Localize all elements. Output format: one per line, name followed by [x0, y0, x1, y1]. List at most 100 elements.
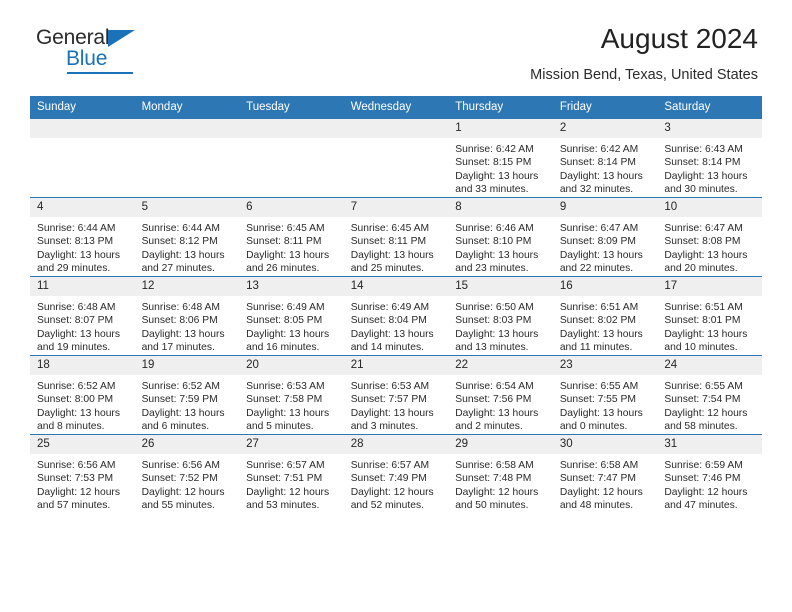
- day-number: 8: [448, 198, 553, 217]
- calendar-day-cell[interactable]: 26 Sunrise: 6:56 AM Sunset: 7:52 PM Dayligh…: [134, 434, 240, 513]
- calendar-day-cell[interactable]: 22 Sunrise: 6:54 AM Sunset: 7:56 PM Dayligh…: [448, 355, 553, 435]
- sunrise-line: Sunrise: 6:44 AM: [37, 223, 116, 234]
- daylight-line-2: and 13 minutes.: [455, 342, 529, 354]
- calendar-day-cell[interactable]: 9 Sunrise: 6:47 AM Sunset: 8:09 PM Daylight…: [552, 197, 658, 277]
- sunset-line: Sunset: 8:02 PM: [559, 315, 636, 327]
- calendar-day-cell[interactable]: 30 Sunrise: 6:58 AM Sunset: 7:47 PM Dayligh…: [552, 434, 658, 513]
- calendar-day-cell-empty: [30, 118, 135, 198]
- day-number: 12: [134, 277, 240, 296]
- calendar-day-cell[interactable]: 31 Sunrise: 6:59 AM Sunset: 7:46 PM Dayligh…: [657, 434, 762, 513]
- calendar-day-cell[interactable]: 12 Sunrise: 6:48 AM Sunset: 8:06 PM Dayligh…: [134, 276, 240, 356]
- calendar-day-cell[interactable]: 13 Sunrise: 6:49 AM Sunset: 8:05 PM Dayligh…: [239, 276, 344, 356]
- day-number: 10: [657, 198, 762, 217]
- day-sun-info: Sunrise: 6:47 AM Sunset: 8:09 PM Daylight:…: [553, 217, 658, 276]
- sunset-line: Sunset: 8:00 PM: [37, 394, 114, 406]
- sunset-line: Sunset: 7:46 PM: [664, 473, 741, 485]
- day-number: 14: [343, 277, 449, 296]
- calendar-day-cell[interactable]: 28 Sunrise: 6:57 AM Sunset: 7:49 PM Dayligh…: [343, 434, 449, 513]
- sunset-line: Sunset: 8:13 PM: [37, 236, 114, 248]
- daylight-line-2: and 52 minutes.: [350, 500, 424, 512]
- sunrise-line: Sunrise: 6:57 AM: [246, 460, 325, 471]
- daylight-line-1: Daylight: 13 hours: [455, 249, 539, 261]
- sunrise-line: Sunrise: 6:45 AM: [350, 223, 430, 234]
- daylight-line-1: Daylight: 13 hours: [455, 328, 539, 340]
- calendar-day-cell[interactable]: 15 Sunrise: 6:50 AM Sunset: 8:03 PM Dayligh…: [448, 276, 553, 356]
- calendar-day-cell-empty: [239, 118, 344, 198]
- daylight-line-1: Daylight: 12 hours: [350, 486, 434, 498]
- calendar-day-cell[interactable]: 11 Sunrise: 6:48 AM Sunset: 8:07 PM Dayligh…: [30, 276, 135, 356]
- calendar-day-cell[interactable]: 10 Sunrise: 6:47 AM Sunset: 8:08 PM Dayligh…: [657, 197, 762, 277]
- calendar-day-cell[interactable]: 19 Sunrise: 6:52 AM Sunset: 7:59 PM Dayligh…: [134, 355, 240, 435]
- sunset-line: Sunset: 7:54 PM: [664, 394, 741, 406]
- calendar-day-cell[interactable]: 20 Sunrise: 6:53 AM Sunset: 7:58 PM Dayligh…: [239, 355, 344, 435]
- logo-triangle-icon: [108, 30, 135, 47]
- weekday-header-tuesday: Tuesday: [239, 96, 344, 119]
- daylight-line-2: and 22 minutes.: [559, 263, 634, 275]
- calendar-week-row: 25 Sunrise: 6:56 AM Sunset: 7:53 PM Dayligh…: [30, 434, 762, 513]
- daylight-line-2: and 50 minutes.: [455, 500, 529, 512]
- sunrise-line: Sunrise: 6:52 AM: [141, 381, 220, 392]
- daylight-line-1: Daylight: 13 hours: [141, 407, 225, 419]
- sunrise-line: Sunrise: 6:55 AM: [664, 381, 743, 392]
- day-sun-info: Sunrise: 6:44 AM Sunset: 8:12 PM Daylight:…: [135, 217, 240, 276]
- sunrise-line: Sunrise: 6:49 AM: [246, 302, 325, 313]
- day-sun-info: Sunrise: 6:42 AM Sunset: 8:15 PM Daylight:…: [448, 138, 553, 197]
- day-sun-info: Sunrise: 6:49 AM Sunset: 8:04 PM Daylight:…: [344, 296, 449, 355]
- sunset-line: Sunset: 8:06 PM: [141, 315, 218, 327]
- calendar-day-cell[interactable]: 29 Sunrise: 6:58 AM Sunset: 7:48 PM Dayligh…: [448, 434, 553, 513]
- sunset-line: Sunset: 7:58 PM: [246, 394, 323, 406]
- sunrise-line: Sunrise: 6:59 AM: [664, 460, 743, 471]
- daylight-line-2: and 32 minutes.: [559, 184, 634, 196]
- sunrise-line: Sunrise: 6:53 AM: [246, 381, 325, 392]
- daylight-line-2: and 57 minutes.: [37, 500, 111, 512]
- calendar-day-cell[interactable]: 18 Sunrise: 6:52 AM Sunset: 8:00 PM Dayligh…: [30, 355, 135, 435]
- day-sun-info: Sunrise: 6:55 AM Sunset: 7:54 PM Daylight:…: [657, 375, 762, 434]
- day-number: 30: [552, 435, 658, 454]
- day-number: 2: [552, 119, 658, 138]
- daylight-line-2: and 27 minutes.: [141, 263, 215, 275]
- daylight-line-1: Daylight: 13 hours: [664, 328, 748, 340]
- day-number: 6: [239, 198, 344, 217]
- weekday-header-thursday: Thursday: [448, 96, 553, 119]
- daylight-line-1: Daylight: 12 hours: [559, 486, 643, 498]
- calendar-day-cell[interactable]: 2 Sunrise: 6:42 AM Sunset: 8:14 PM Daylight…: [552, 118, 658, 198]
- calendar-day-cell[interactable]: 24 Sunrise: 6:55 AM Sunset: 7:54 PM Dayligh…: [657, 355, 762, 435]
- calendar-day-cell[interactable]: 1 Sunrise: 6:42 AM Sunset: 8:15 PM Daylight…: [448, 118, 553, 198]
- day-number: 4: [30, 198, 135, 217]
- day-sun-info: Sunrise: 6:56 AM Sunset: 7:53 PM Daylight:…: [30, 454, 135, 513]
- calendar-day-cell[interactable]: 8 Sunrise: 6:46 AM Sunset: 8:10 PM Daylight…: [448, 197, 553, 277]
- calendar-day-cell[interactable]: 3 Sunrise: 6:43 AM Sunset: 8:14 PM Daylight…: [657, 118, 762, 198]
- calendar-day-cell[interactable]: 6 Sunrise: 6:45 AM Sunset: 8:11 PM Daylight…: [239, 197, 344, 277]
- day-sun-info: Sunrise: 6:45 AM Sunset: 8:11 PM Daylight:…: [344, 217, 449, 276]
- calendar-day-cell[interactable]: 7 Sunrise: 6:45 AM Sunset: 8:11 PM Daylight…: [343, 197, 449, 277]
- sunrise-line: Sunrise: 6:51 AM: [664, 302, 743, 313]
- daylight-line-2: and 5 minutes.: [246, 421, 314, 433]
- sunset-line: Sunset: 7:55 PM: [559, 394, 636, 406]
- day-sun-info: Sunrise: 6:55 AM Sunset: 7:55 PM Daylight:…: [553, 375, 658, 434]
- calendar-day-cell[interactable]: 14 Sunrise: 6:49 AM Sunset: 8:04 PM Dayligh…: [343, 276, 449, 356]
- day-sun-info: Sunrise: 6:52 AM Sunset: 8:00 PM Daylight:…: [30, 375, 135, 434]
- calendar-day-cell[interactable]: 16 Sunrise: 6:51 AM Sunset: 8:02 PM Dayligh…: [552, 276, 658, 356]
- logo-underline: [67, 72, 133, 74]
- sunrise-line: Sunrise: 6:51 AM: [559, 302, 639, 313]
- day-sun-info: Sunrise: 6:48 AM Sunset: 8:06 PM Daylight:…: [135, 296, 240, 355]
- daylight-line-2: and 55 minutes.: [141, 500, 215, 512]
- daylight-line-2: and 29 minutes.: [37, 263, 111, 275]
- day-number: 23: [552, 356, 658, 375]
- daylight-line-2: and 30 minutes.: [664, 184, 738, 196]
- calendar-day-cell[interactable]: 17 Sunrise: 6:51 AM Sunset: 8:01 PM Dayligh…: [657, 276, 762, 356]
- sunset-line: Sunset: 8:14 PM: [664, 157, 741, 169]
- sunset-line: Sunset: 7:48 PM: [455, 473, 532, 485]
- calendar-day-cell[interactable]: 21 Sunrise: 6:53 AM Sunset: 7:57 PM Dayligh…: [343, 355, 449, 435]
- day-sun-info: Sunrise: 6:56 AM Sunset: 7:52 PM Daylight:…: [135, 454, 240, 513]
- sunrise-line: Sunrise: 6:48 AM: [37, 302, 116, 313]
- daylight-line-1: Daylight: 13 hours: [664, 170, 748, 182]
- calendar-day-cell[interactable]: 27 Sunrise: 6:57 AM Sunset: 7:51 PM Dayligh…: [239, 434, 344, 513]
- calendar-day-cell[interactable]: 25 Sunrise: 6:56 AM Sunset: 7:53 PM Dayligh…: [30, 434, 135, 513]
- day-sun-info: Sunrise: 6:53 AM Sunset: 7:57 PM Daylight:…: [344, 375, 449, 434]
- calendar-day-cell[interactable]: 23 Sunrise: 6:55 AM Sunset: 7:55 PM Dayligh…: [552, 355, 658, 435]
- calendar-day-cell[interactable]: 4 Sunrise: 6:44 AM Sunset: 8:13 PM Daylight…: [30, 197, 135, 277]
- day-number: 3: [657, 119, 762, 138]
- calendar-day-cell[interactable]: 5 Sunrise: 6:44 AM Sunset: 8:12 PM Daylight…: [134, 197, 240, 277]
- day-number: 5: [134, 198, 240, 217]
